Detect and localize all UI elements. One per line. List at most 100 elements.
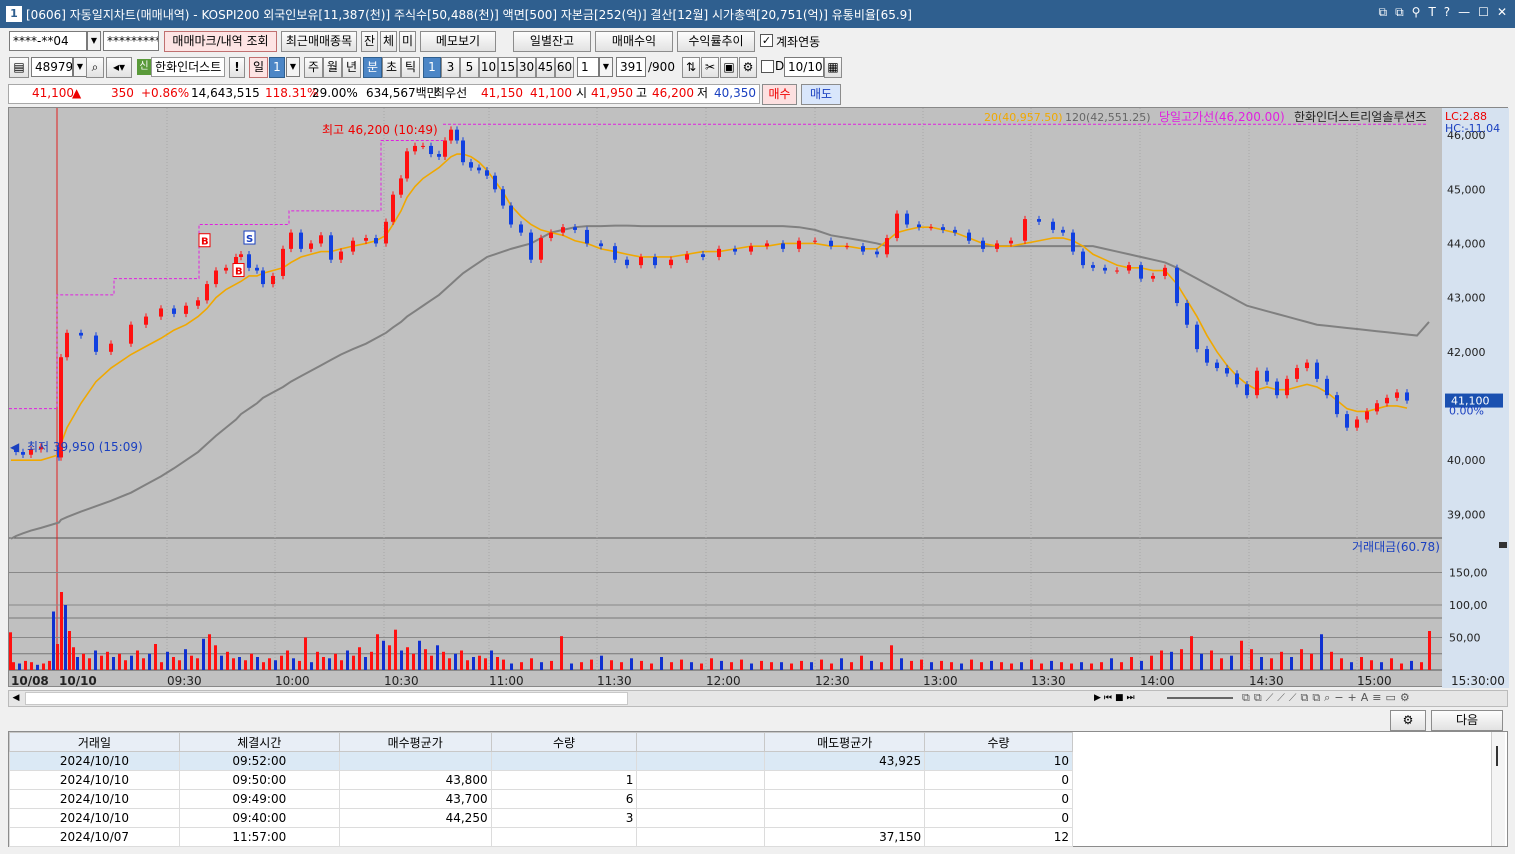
recent-trades-button[interactable]: 최근매매종목 <box>281 31 357 52</box>
table-row[interactable]: 2024/10/10 09:49:00 43,700 6 0 <box>9 789 1073 809</box>
period-monthly-button[interactable]: 월 <box>323 57 342 78</box>
memo-button[interactable]: 메모보기 <box>420 31 496 52</box>
sell-button[interactable]: 매도 <box>801 84 841 105</box>
col-sell-avg[interactable]: 매도평균가 <box>764 732 926 752</box>
volume-bar <box>850 662 853 670</box>
interval-3-button[interactable]: 3 <box>441 57 460 78</box>
table-settings-icon[interactable]: ⚙ <box>1390 710 1426 731</box>
count-input[interactable]: 391 <box>616 57 646 77</box>
interval-10-button[interactable]: 10 <box>479 57 498 78</box>
table-row[interactable]: 2024/10/10 09:52:00 43,925 10 <box>9 751 1073 771</box>
col-exec-time[interactable]: 체결시간 <box>178 732 340 752</box>
chart-tools-icons[interactable]: ⧉⧉⟋⟋⟋⧉⧉⌕−+A≡▭⚙ <box>1242 691 1504 705</box>
volume-bar <box>1130 657 1133 670</box>
table-scrollbar[interactable] <box>1491 732 1505 846</box>
balance-button[interactable]: 잔 <box>361 31 378 52</box>
interval-30-button[interactable]: 30 <box>517 57 536 78</box>
next-button[interactable]: 다음 <box>1431 710 1503 731</box>
tool-icon[interactable]: ✂ <box>701 57 719 78</box>
trade-mark-query-button[interactable]: 매매마크/내역 조회 <box>164 31 277 52</box>
volume-bar <box>1100 662 1103 670</box>
executed-button[interactable]: 체 <box>380 31 397 52</box>
layout-icon[interactable]: ▤ <box>9 57 29 78</box>
volume-bar <box>750 663 753 670</box>
period-second-button[interactable]: 초 <box>382 57 401 78</box>
table-row[interactable]: 2024/10/10 09:50:00 43,800 1 0 <box>9 770 1073 790</box>
candle-body <box>329 235 333 260</box>
interval-1-button[interactable]: 1 <box>423 57 441 78</box>
account-select[interactable]: ****-**04 <box>9 31 87 51</box>
compare-icon[interactable]: ⇅ <box>682 57 700 78</box>
buy-button[interactable]: 매수 <box>762 84 797 105</box>
volume-bar <box>286 650 289 670</box>
zoom-slider[interactable] <box>1167 697 1233 699</box>
period-weekly-button[interactable]: 주 <box>304 57 323 78</box>
col-sell-qty[interactable]: 수량 <box>924 732 1073 752</box>
minimize-button[interactable]: — <box>1458 5 1470 20</box>
chart-scrollbar[interactable]: ◀ ▶⏮■⏭ ⧉⧉⟋⟋⟋⧉⧉⌕−+A≡▭⚙ <box>8 690 1508 707</box>
table-scroll-thumb[interactable] <box>1496 746 1498 766</box>
interval-45-button[interactable]: 45 <box>536 57 555 78</box>
return-trend-button[interactable]: 수익률추이 <box>677 31 755 52</box>
scroll-thumb[interactable] <box>25 692 628 705</box>
code-dropdown-icon[interactable]: ▼ <box>73 57 87 77</box>
unexecuted-button[interactable]: 미 <box>399 31 416 52</box>
trade-profit-button[interactable]: 매매수익 <box>595 31 673 52</box>
playback-controls[interactable]: ▶⏮■⏭ <box>1094 692 1164 705</box>
volume-bar <box>1220 658 1223 670</box>
account-dropdown-icon[interactable]: ▼ <box>87 31 101 51</box>
settings-icon[interactable]: ⚙ <box>739 57 757 78</box>
volume-bar <box>980 662 983 670</box>
period-daily-button[interactable]: 일 <box>249 57 268 78</box>
volume-bar <box>316 651 319 670</box>
search-icon[interactable]: ⌕ <box>86 57 104 78</box>
interval-15-button[interactable]: 15 <box>498 57 517 78</box>
save-icon[interactable]: ▣ <box>720 57 738 78</box>
maximize-button[interactable]: ☐ <box>1478 5 1489 20</box>
warning-button[interactable]: ! <box>229 57 245 78</box>
account-link-checkbox[interactable]: ✓ <box>760 34 773 47</box>
volume-bar <box>244 660 247 670</box>
col-trade-date[interactable]: 거래일 <box>9 732 180 752</box>
chart-panel[interactable]: 46,000 45,000 44,000 43,000 42,000 40,000 39,0… <box>8 107 1509 688</box>
volume-bar <box>466 660 469 670</box>
count-select[interactable]: 1 <box>577 57 599 77</box>
volume-bar <box>460 650 463 670</box>
sound-icon[interactable]: ◂▾ <box>106 57 132 78</box>
copy-window-icon[interactable]: ⧉ <box>1395 5 1404 20</box>
col-buy-avg[interactable]: 매수평균가 <box>338 732 492 752</box>
stock-code-input[interactable]: 489790 <box>31 57 73 77</box>
volume-bar <box>208 634 211 670</box>
col-blank[interactable] <box>636 732 766 752</box>
date-input[interactable]: 10/10 <box>784 57 824 77</box>
calendar-icon[interactable]: ▦ <box>824 57 842 78</box>
help-icon[interactable]: ? <box>1444 5 1450 20</box>
period-yearly-button[interactable]: 년 <box>342 57 361 78</box>
col-buy-qty[interactable]: 수량 <box>490 732 638 752</box>
date-checkbox[interactable] <box>761 60 774 73</box>
candle-body <box>905 213 909 225</box>
pin-icon[interactable]: ⚲ <box>1412 5 1421 20</box>
candle-body <box>917 224 921 228</box>
interval-60-button[interactable]: 60 <box>555 57 574 78</box>
volume-bar <box>550 660 553 670</box>
period-dropdown-icon[interactable]: ▼ <box>286 57 300 77</box>
table-row[interactable]: 2024/10/10 09:40:00 44,250 3 0 <box>9 808 1073 828</box>
interval-5-button[interactable]: 5 <box>460 57 479 78</box>
font-icon[interactable]: T <box>1428 5 1435 20</box>
period-minute-button[interactable]: 분 <box>363 57 382 78</box>
price-chart[interactable]: 46,00045,00044,00043,00042,00040,00039,0… <box>9 108 1509 688</box>
daily-balance-button[interactable]: 일별잔고 <box>513 31 591 52</box>
period-count-button[interactable]: 1 <box>269 57 285 78</box>
stock-name-field[interactable]: 한화인더스트 <box>151 57 225 77</box>
period-tick-button[interactable]: 틱 <box>401 57 420 78</box>
scroll-left-icon[interactable]: ◀ <box>10 692 22 705</box>
volume-bar <box>940 660 943 670</box>
link-window-icon[interactable]: ⧉ <box>1379 5 1388 20</box>
volume-bar <box>1170 651 1173 670</box>
volume-bar <box>60 592 63 670</box>
close-button[interactable]: ✕ <box>1497 5 1507 20</box>
count-dropdown-icon[interactable]: ▼ <box>599 57 613 77</box>
table-row[interactable]: 2024/10/07 11:57:00 37,150 12 <box>9 827 1073 847</box>
password-field[interactable]: ********* <box>103 31 159 51</box>
